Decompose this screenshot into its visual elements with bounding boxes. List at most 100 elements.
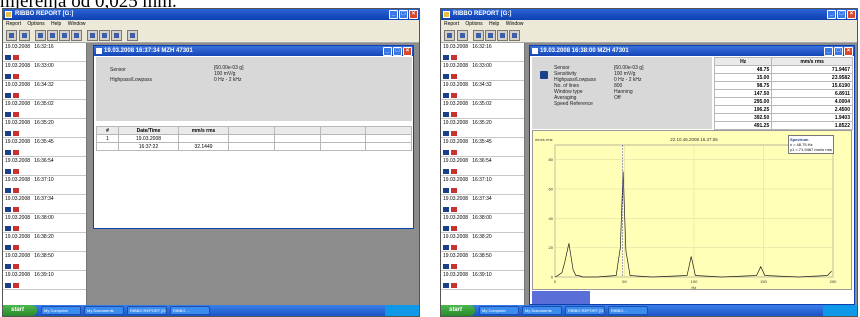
task-button[interactable]: My Computer — [479, 306, 519, 315]
list-item[interactable]: 19.03.2008 16:39:10 — [3, 271, 86, 290]
print-icon[interactable] — [35, 30, 46, 41]
menu-window[interactable]: Window — [68, 21, 86, 27]
save-icon[interactable] — [457, 30, 468, 41]
list-item[interactable]: 19.03.2008 16:37:34 — [441, 195, 524, 214]
menu-options[interactable]: Options — [27, 21, 44, 27]
child-minimize-button[interactable]: _ — [383, 47, 392, 56]
child-close-button[interactable]: × — [403, 47, 412, 56]
maximize-button[interactable]: □ — [399, 10, 408, 19]
open-icon[interactable] — [444, 30, 455, 41]
export-icon[interactable] — [509, 30, 520, 41]
settings-icon[interactable] — [111, 30, 122, 41]
maximize-button[interactable]: □ — [837, 10, 846, 19]
close-button[interactable]: × — [847, 10, 856, 19]
list-item[interactable]: 19.03.2008 16:37:10 — [441, 176, 524, 195]
open-icon[interactable] — [6, 30, 17, 41]
list-item[interactable]: 19.03.2008 16:33:00 — [3, 62, 86, 81]
table-row[interactable]: 196.25 2.4500 — [713, 105, 853, 114]
child-close-button[interactable]: × — [844, 47, 853, 56]
task-button[interactable]: RIBBO REPORT [G:] — [565, 306, 605, 315]
child-minimize-button[interactable]: _ — [824, 47, 833, 56]
list-item[interactable]: 19.03.2008 16:35:20 — [3, 119, 86, 138]
export-icon[interactable] — [71, 30, 82, 41]
start-button[interactable]: start — [3, 305, 37, 316]
list-item[interactable]: 19.03.2008 16:36:54 — [441, 157, 524, 176]
zoom-icon[interactable] — [87, 30, 98, 41]
menu-window[interactable]: Window — [506, 21, 524, 27]
sensor-label: Sensor — [110, 67, 126, 73]
report-icon — [443, 74, 449, 79]
table-row[interactable]: 491.25 1.8522 — [713, 121, 853, 130]
menu-report[interactable]: Report — [6, 21, 21, 27]
system-tray[interactable] — [823, 305, 857, 316]
close-button[interactable]: × — [409, 10, 418, 19]
start-button[interactable]: start — [441, 305, 475, 316]
print-icon[interactable] — [473, 30, 484, 41]
table-row[interactable]: 98.75 15.6190 — [713, 81, 853, 90]
list-item[interactable]: 19.03.2008 16:32:16 — [3, 43, 86, 62]
list-item[interactable]: 19.03.2008 16:38:20 — [3, 233, 86, 252]
child-maximize-button[interactable]: □ — [834, 47, 843, 56]
cursor-icon[interactable] — [99, 30, 110, 41]
list-item[interactable]: 19.03.2008 16:33:00 — [441, 62, 524, 81]
entry-datetime: 19.03.2008 16:35:20 — [5, 120, 54, 126]
menu-report[interactable]: Report — [444, 21, 459, 27]
list-item[interactable]: 19.03.2008 16:34:32 — [3, 81, 86, 100]
app-titlebar[interactable]: RIBBO REPORT [G:] _ □ × — [3, 9, 419, 20]
list-item[interactable]: 19.03.2008 16:32:16 — [441, 43, 524, 62]
app-titlebar[interactable]: RIBBO REPORT [G:] _ □ × — [441, 9, 857, 20]
list-item[interactable]: 19.03.2008 16:38:00 — [3, 214, 86, 233]
table-row[interactable]: 392.50 1.9403 — [713, 113, 853, 122]
list-item[interactable]: 19.03.2008 16:39:10 — [441, 271, 524, 290]
list-item[interactable]: 19.03.2008 16:35:02 — [441, 100, 524, 119]
table-row[interactable]: 1 19.03.2008 — [96, 134, 412, 143]
col-datetime[interactable]: Date/Time — [118, 126, 179, 135]
list-item[interactable]: 19.03.2008 16:34:32 — [441, 81, 524, 100]
col-value[interactable]: mm/s rms — [178, 126, 229, 135]
table-row[interactable]: 48.75 71.9467 — [713, 65, 853, 74]
overview-selection[interactable] — [532, 291, 590, 304]
save-icon[interactable] — [19, 30, 30, 41]
measurement-table: # Date/Time mm/s rms 1 19.03.2008 16:37:… — [96, 126, 412, 151]
spectrum-chart[interactable]: 0 20 40 60 80 0 50 100 150 200 22.10.46.2008 16.37… — [532, 130, 852, 290]
table-view-icon[interactable] — [485, 30, 496, 41]
task-button[interactable]: RIBBO REPORT [G:] — [127, 306, 167, 315]
task-button[interactable]: My Documents — [522, 306, 562, 315]
document-icon[interactable] — [127, 30, 138, 41]
task-button[interactable]: My Documents — [84, 306, 124, 315]
table-view-icon[interactable] — [47, 30, 58, 41]
list-item[interactable]: 19.03.2008 16:37:34 — [3, 195, 86, 214]
menu-options[interactable]: Options — [465, 21, 482, 27]
table-row[interactable]: 16:37:22 32.1449 — [96, 142, 412, 151]
task-button[interactable]: RIBBO ... — [608, 306, 648, 315]
list-item[interactable]: 19.03.2008 16:38:00 — [441, 214, 524, 233]
system-tray[interactable] — [385, 305, 419, 316]
spectrum-window-title[interactable]: 19.03.2008 16:38:00 MZH 47301 _ □ × — [530, 46, 854, 56]
task-button[interactable]: RIBBO ... — [170, 306, 210, 315]
child-maximize-button[interactable]: □ — [393, 47, 402, 56]
list-item[interactable]: 19.03.2008 16:38:50 — [3, 252, 86, 271]
list-item[interactable]: 19.03.2008 16:38:50 — [441, 252, 524, 271]
report-icon — [443, 188, 449, 193]
list-item[interactable]: 19.03.2008 16:35:20 — [441, 119, 524, 138]
list-item[interactable]: 19.03.2008 16:35:45 — [441, 138, 524, 157]
table-row[interactable]: 295.00 4.0004 — [713, 97, 853, 106]
minimize-button[interactable]: _ — [827, 10, 836, 19]
list-item[interactable]: 19.03.2008 16:37:10 — [3, 176, 86, 195]
list-item[interactable]: 19.03.2008 16:38:20 — [441, 233, 524, 252]
list-item[interactable]: 19.03.2008 16:36:54 — [3, 157, 86, 176]
minimize-button[interactable]: _ — [389, 10, 398, 19]
list-item[interactable]: 19.03.2008 16:35:45 — [3, 138, 86, 157]
report-window-title[interactable]: 19.03.2008 16:37:34 MZH 47301 _ □ × — [94, 46, 413, 56]
list-item[interactable]: 19.03.2008 16:35:02 — [3, 100, 86, 119]
table-row[interactable]: 15.00 23.9582 — [713, 73, 853, 82]
col-amplitude[interactable]: mm/s rms — [771, 57, 853, 66]
col-frequency[interactable]: Hz — [713, 57, 773, 66]
menu-help[interactable]: Help — [489, 21, 499, 27]
chart-view-icon[interactable] — [497, 30, 508, 41]
chart-view-icon[interactable] — [59, 30, 70, 41]
menu-help[interactable]: Help — [51, 21, 61, 27]
task-button[interactable]: My Computer — [41, 306, 81, 315]
table-row[interactable]: 147.50 6.8911 — [713, 89, 853, 98]
col-number[interactable]: # — [96, 126, 119, 135]
